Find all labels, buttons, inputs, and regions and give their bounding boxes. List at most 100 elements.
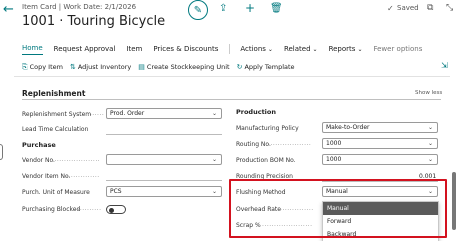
lead-time-calculation-label: Lead Time Calculation	[22, 126, 89, 133]
create-stockkeeping-unit-button[interactable]: ▤ Create Stockkeeping Unit	[138, 63, 229, 71]
flushing-method-value: Manual	[326, 188, 348, 195]
adjust-inventory-button[interactable]: ⇅ Adjust Inventory	[70, 63, 131, 71]
vendor-no-select[interactable]: ⌄	[106, 154, 222, 165]
left-edge-handle[interactable]	[0, 144, 3, 160]
vendor-no-label: Vendor No.	[22, 157, 55, 164]
purch-unit-of-measure-value: PCS	[110, 188, 122, 195]
apply-template-label: Apply Template	[244, 63, 295, 71]
edit-icon: ✎	[193, 4, 203, 16]
dropdown-option-manual[interactable]: Manual	[323, 202, 438, 215]
leader-dots: ..............	[66, 172, 100, 179]
leader-dots: ....................	[52, 156, 101, 163]
copy-item-button[interactable]: ⎘ Copy Item	[22, 63, 63, 72]
chevron-down-icon: ⌄	[312, 46, 318, 53]
purchasing-blocked-toggle[interactable]	[106, 205, 126, 214]
flushing-method-dropdown: Manual Forward Backward	[322, 201, 439, 241]
lead-time-calculation-input[interactable]	[106, 134, 222, 135]
page-title: 1001 · Touring Bicycle	[22, 14, 166, 29]
menu-related-label: Related	[283, 45, 311, 53]
tab-request-approval[interactable]: Request Approval	[54, 45, 116, 53]
chevron-down-icon: ⌄	[211, 110, 217, 117]
routing-no-label: Routing No.	[236, 141, 271, 148]
dropdown-option-forward[interactable]: Forward	[323, 215, 438, 228]
divider	[229, 44, 231, 54]
scrap-percent-label: Scrap %	[236, 222, 261, 229]
production-heading: Production	[236, 108, 276, 116]
purch-unit-of-measure-select[interactable]: PCS ⌄	[106, 186, 222, 197]
open-new-window-icon[interactable]: ⧉	[427, 3, 433, 13]
delete-icon[interactable]: 🗑	[270, 3, 283, 14]
apply-template-button[interactable]: ↻ Apply Template	[237, 63, 295, 71]
chevron-down-icon: ⌄	[267, 46, 273, 53]
leader-dots: ..............	[280, 205, 314, 212]
chevron-down-icon: ⌄	[427, 156, 433, 163]
flushing-method-label: Flushing Method	[236, 189, 286, 196]
tab-prices-discounts[interactable]: Prices & Discounts	[153, 45, 218, 53]
replenishment-system-value: Prod. Order	[110, 110, 145, 117]
adjust-inventory-label: Adjust Inventory	[77, 63, 132, 71]
divider	[14, 76, 450, 77]
template-icon: ↻	[236, 63, 243, 71]
scrollbar[interactable]	[452, 172, 456, 230]
vendor-item-no-input[interactable]	[106, 180, 222, 181]
routing-no-value: 1000	[326, 140, 342, 147]
production-bom-no-value: 1000	[326, 156, 342, 163]
purchase-heading: Purchase	[22, 141, 56, 149]
leader-dots: ..................	[268, 140, 312, 147]
replenishment-system-select[interactable]: Prod. Order ⌄	[106, 108, 222, 119]
adjust-icon: ⇅	[69, 63, 76, 71]
rounding-precision-input	[322, 181, 438, 182]
back-arrow-icon[interactable]: ←	[3, 2, 14, 17]
manufacturing-policy-value: Make-to-Order	[326, 124, 370, 131]
manufacturing-policy-select[interactable]: Make-to-Order ⌄	[322, 122, 438, 133]
routing-no-select[interactable]: 1000 ⌄	[322, 138, 438, 149]
edit-button[interactable]: ✎	[188, 0, 208, 20]
copy-icon: ⎘	[22, 62, 28, 71]
leader-dots: ........	[85, 110, 105, 117]
collapse-icon[interactable]: ⤡	[446, 3, 453, 13]
purchasing-blocked-label: Purchasing Blocked	[22, 206, 81, 213]
chevron-down-icon: ⌄	[427, 188, 433, 195]
section-title[interactable]: Replenishment	[22, 89, 85, 98]
section-divider	[22, 99, 441, 100]
promoted-actions: ⎘ Copy Item ⇅ Adjust Inventory ▤ Create Sto…	[22, 61, 302, 73]
fewer-options-button[interactable]: Fewer options	[373, 45, 422, 53]
stockkeeping-icon: ▤	[138, 63, 145, 71]
production-bom-no-select[interactable]: 1000 ⌄	[322, 154, 438, 165]
chevron-down-icon: ⌄	[211, 156, 217, 163]
flushing-method-select[interactable]: Manual ⌄	[322, 186, 438, 197]
rounding-precision-value[interactable]: 0.001	[419, 173, 436, 180]
tab-home[interactable]: Home	[22, 44, 43, 55]
copy-item-label: Copy Item	[29, 63, 63, 71]
create-stockkeeping-unit-label: Create Stockkeeping Unit	[146, 63, 230, 71]
action-bar: Home Request Approval Item Prices & Disc…	[22, 43, 433, 55]
menu-reports-label: Reports	[328, 45, 356, 53]
leader-dots: ...........	[75, 205, 102, 212]
show-less-link[interactable]: Show less	[415, 90, 442, 96]
chevron-down-icon: ⌄	[427, 140, 433, 147]
manufacturing-policy-label: Manufacturing Policy	[236, 125, 299, 132]
leader-dots: .....................	[262, 221, 313, 228]
menu-actions[interactable]: Actions ⌄	[240, 45, 273, 53]
chevron-down-icon: ⌄	[357, 46, 363, 53]
add-icon[interactable]: +	[245, 1, 255, 15]
check-icon: ✓	[387, 4, 394, 13]
rounding-precision-label: Rounding Precision	[236, 173, 293, 180]
menu-reports[interactable]: Reports ⌄	[329, 45, 363, 53]
share-icon[interactable]: ⇪	[219, 3, 227, 14]
chevron-down-icon: ⌄	[427, 124, 433, 131]
breadcrumb: Item Card | Work Date: 2/1/2026	[22, 3, 137, 11]
menu-actions-label: Actions	[240, 45, 266, 53]
menu-related[interactable]: Related ⌄	[284, 45, 318, 53]
dropdown-option-backward[interactable]: Backward	[323, 228, 438, 241]
chevron-down-icon: ⌄	[211, 188, 217, 195]
toggle-knob	[109, 207, 114, 213]
tab-item[interactable]: Item	[126, 45, 142, 53]
pin-icon[interactable]: ⇲	[441, 61, 448, 70]
item-card-page: ← Item Card | Work Date: 2/1/2026 1001 ·…	[0, 0, 462, 241]
purch-unit-of-measure-label: Purch. Unit of Measure	[22, 189, 90, 196]
saved-status: Saved	[397, 4, 419, 12]
production-bom-no-label: Production BOM No.	[236, 157, 296, 164]
replenishment-system-label: Replenishment System	[22, 111, 92, 118]
overhead-rate-label: Overhead Rate	[236, 206, 281, 213]
